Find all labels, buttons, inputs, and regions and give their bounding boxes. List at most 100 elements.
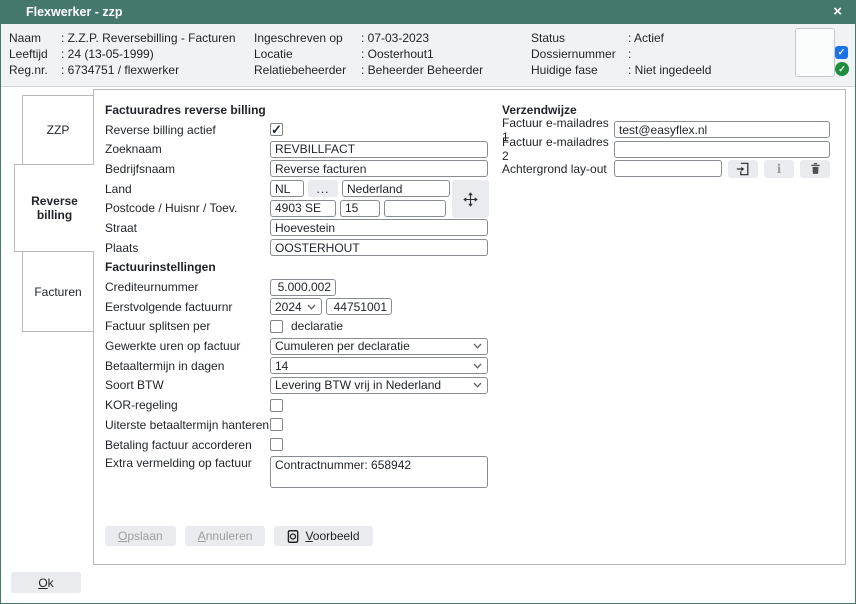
header-field-value: : Beheerder Beheerder bbox=[361, 62, 483, 78]
land-code-input[interactable] bbox=[270, 180, 304, 197]
postcode-input[interactable] bbox=[270, 200, 336, 217]
uiterste-betaaltermijn-checkbox[interactable] bbox=[270, 418, 283, 431]
voorbeeld-button[interactable]: Voorbeeld bbox=[274, 526, 372, 546]
achtergrond-layout-input[interactable] bbox=[614, 160, 722, 177]
tab-zzp[interactable]: ZZP bbox=[22, 95, 94, 165]
reverse-billing-actief-label: Reverse billing actief bbox=[105, 123, 270, 137]
reverse-billing-panel: Factuuradres reverse billing Reverse bil… bbox=[93, 89, 846, 565]
straat-input[interactable] bbox=[270, 219, 488, 236]
kor-regeling-checkbox[interactable] bbox=[270, 399, 283, 412]
header-field-value: : 07-03-2023 bbox=[361, 30, 429, 46]
tab-reverse-billing[interactable]: Reverse billing bbox=[14, 164, 95, 252]
eerstvolgende-factuurnr-label: Eerstvolgende factuurnr bbox=[105, 300, 270, 314]
factuur-email1-input[interactable] bbox=[614, 121, 830, 138]
import-document-icon bbox=[736, 162, 750, 176]
section-title-factuuradres: Factuuradres reverse billing bbox=[105, 103, 266, 117]
ok-button[interactable]: Ok bbox=[11, 572, 81, 593]
header-field-label: Dossiernummer bbox=[531, 46, 628, 62]
header-field-value: : Oosterhout1 bbox=[361, 46, 434, 62]
form-action-buttons: Opslaan Annuleren Voorbeeld bbox=[105, 526, 373, 546]
header-field-value: : Z.Z.P. Reversebilling - Facturen bbox=[61, 30, 236, 46]
zoeknaam-input[interactable] bbox=[270, 141, 488, 158]
header-field-label: Locatie bbox=[254, 46, 361, 62]
betaaltermijn-select[interactable]: 14 bbox=[270, 357, 488, 374]
header-field-label: Status bbox=[531, 30, 628, 46]
tab-facturen[interactable]: Facturen bbox=[22, 251, 94, 332]
header-field-value: : Actief bbox=[628, 30, 664, 46]
extra-vermelding-label: Extra vermelding op factuur bbox=[105, 456, 270, 470]
factuurnummer-input[interactable] bbox=[326, 298, 392, 315]
crediteurnummer-input[interactable] bbox=[270, 279, 336, 296]
ellipsis-icon: ... bbox=[316, 182, 329, 196]
window-title: Flexwerker - zzp bbox=[26, 5, 123, 19]
soort-btw-select[interactable]: Levering BTW vrij in Nederland bbox=[270, 377, 488, 394]
land-lookup-button[interactable]: ... bbox=[308, 180, 338, 197]
header-column-1: Naam: Z.Z.P. Reversebilling - Facturen L… bbox=[9, 30, 236, 78]
betaling-accorderen-label: Betaling factuur accorderen bbox=[105, 438, 270, 452]
header-field-label: Reg.nr. bbox=[9, 62, 61, 78]
header-field-label: Relatiebeheerder bbox=[254, 62, 361, 78]
toevoeging-input[interactable] bbox=[384, 200, 446, 217]
verzendwijze-form: Verzendwijze Factuur e-mailadres 1 Factu… bbox=[502, 100, 838, 179]
soort-btw-label: Soort BTW bbox=[105, 378, 270, 392]
header-field-value: : 6734751 / flexwerker bbox=[61, 62, 179, 78]
header-column-2: Ingeschreven op: 07-03-2023 Locatie: Oos… bbox=[254, 30, 483, 78]
gewerkte-uren-select[interactable]: Cumuleren per declaratie bbox=[270, 338, 488, 355]
gewerkte-uren-label: Gewerkte uren op factuur bbox=[105, 339, 270, 353]
person-info-header: Naam: Z.Z.P. Reversebilling - Facturen L… bbox=[1, 24, 855, 87]
plaats-label: Plaats bbox=[105, 241, 270, 255]
reverse-billing-actief-checkbox[interactable] bbox=[270, 123, 283, 136]
trash-icon bbox=[809, 162, 822, 175]
header-field-label: Naam bbox=[9, 30, 61, 46]
factuurjaar-select[interactable]: 2024 bbox=[270, 298, 322, 315]
chevron-down-icon bbox=[307, 304, 316, 310]
opslaan-button[interactable]: Opslaan bbox=[105, 526, 176, 546]
header-field-value: : bbox=[628, 46, 631, 62]
plaats-input[interactable] bbox=[270, 239, 488, 256]
chevron-down-icon bbox=[473, 382, 482, 388]
email2-label: Factuur e-mailadres 2 bbox=[502, 135, 614, 163]
straat-label: Straat bbox=[105, 221, 270, 235]
extra-vermelding-textarea[interactable]: Contractnummer: 658942 bbox=[270, 456, 488, 488]
bedrijfsnaam-input[interactable] bbox=[270, 160, 488, 177]
betaaltermijn-label: Betaaltermijn in dagen bbox=[105, 359, 270, 373]
bedrijfsnaam-label: Bedrijfsnaam bbox=[105, 162, 270, 176]
uiterste-betaaltermijn-label: Uiterste betaaltermijn hanteren bbox=[105, 418, 270, 432]
close-icon[interactable]: × bbox=[829, 1, 846, 24]
chevron-down-icon bbox=[473, 363, 482, 369]
move-arrows-icon bbox=[462, 191, 479, 208]
postcode-label: Postcode / Huisnr / Toev. bbox=[105, 201, 270, 215]
blue-check-status-icon: ✓ bbox=[835, 46, 848, 59]
section-title-factuurinstellingen: Factuurinstellingen bbox=[105, 260, 216, 274]
move-address-button[interactable] bbox=[452, 180, 489, 218]
info-icon: i bbox=[777, 162, 782, 176]
huisnummer-input[interactable] bbox=[340, 200, 380, 217]
flexwerker-window: Flexwerker - zzp × Naam: Z.Z.P. Reverseb… bbox=[0, 0, 856, 604]
land-naam-input[interactable] bbox=[342, 180, 450, 197]
factuur-splitsen-label: Factuur splitsen per bbox=[105, 319, 270, 333]
preview-document-icon bbox=[287, 530, 300, 543]
header-field-label: Huidige fase bbox=[531, 62, 628, 78]
header-column-3: Status: Actief Dossiernummer: Huidige fa… bbox=[531, 30, 711, 78]
zoeknaam-label: Zoeknaam bbox=[105, 142, 270, 156]
header-field-label: Leeftijd bbox=[9, 46, 61, 62]
delete-layout-button[interactable] bbox=[800, 160, 830, 178]
header-field-label: Ingeschreven op bbox=[254, 30, 361, 46]
kor-regeling-label: KOR-regeling bbox=[105, 398, 270, 412]
factuuradres-form: Factuuradres reverse billing Reverse bil… bbox=[105, 100, 489, 488]
chevron-down-icon bbox=[473, 343, 482, 349]
land-label: Land bbox=[105, 182, 270, 196]
layout-info-button[interactable]: i bbox=[764, 160, 794, 178]
upload-layout-button[interactable] bbox=[728, 160, 758, 178]
achtergrond-layout-label: Achtergrond lay-out bbox=[502, 162, 614, 176]
window-titlebar: Flexwerker - zzp × bbox=[1, 1, 855, 24]
factuur-splitsen-checkbox[interactable] bbox=[270, 320, 283, 333]
annuleren-button[interactable]: Annuleren bbox=[185, 526, 266, 546]
green-check-status-icon: ✓ bbox=[835, 62, 849, 76]
betaling-accorderen-checkbox[interactable] bbox=[270, 438, 283, 451]
factuur-splitsen-option-label: declaratie bbox=[291, 319, 343, 333]
photo-placeholder bbox=[795, 28, 835, 77]
header-field-value: : Niet ingedeeld bbox=[628, 62, 711, 78]
crediteurnummer-label: Crediteurnummer bbox=[105, 280, 270, 294]
factuur-email2-input[interactable] bbox=[614, 141, 830, 158]
